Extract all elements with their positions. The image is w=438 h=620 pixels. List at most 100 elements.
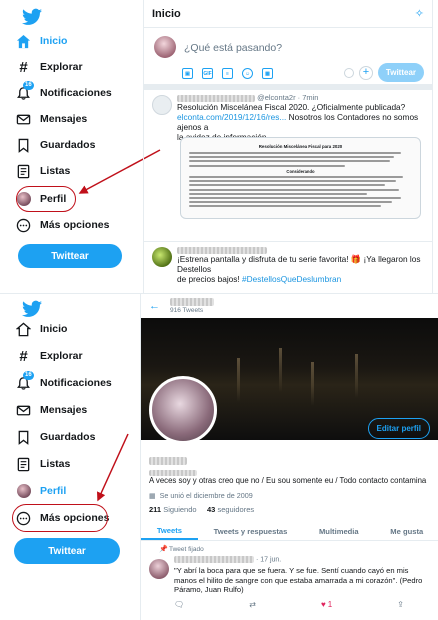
tweet-meta: @elconta2r · 7min (177, 93, 426, 102)
bookmark-icon (16, 430, 31, 445)
tweet-link[interactable]: elconta.com/2019/12/16/res... (177, 112, 286, 122)
sidebar-item-bookmarks[interactable]: Guardados (16, 134, 95, 156)
sidebar-item-label: Guardados (40, 139, 96, 151)
tab-media[interactable]: Multimedia (303, 522, 374, 540)
timeline-tweet[interactable]: ¡Estrena pantalla y disfruta de tu serie… (144, 242, 432, 293)
sidebar-item-home[interactable]: Inicio (16, 318, 67, 340)
sidebar-item-lists[interactable]: Listas (16, 160, 70, 182)
more-circle-icon (16, 218, 31, 233)
profile-avatar[interactable] (149, 376, 217, 444)
image-icon[interactable]: ▣ (182, 68, 193, 79)
sidebar-item-label: Notificaciones (40, 87, 112, 99)
calendar-icon[interactable]: ▦ (262, 68, 273, 79)
sidebar-item-lists[interactable]: Listas (16, 453, 70, 475)
tweet-text-part: de precios bajos! (177, 274, 243, 284)
profile-screenshot: Inicio # Explorar 16 Notificaciones Mens… (0, 293, 438, 620)
sidebar-item-label: Notificaciones (40, 377, 112, 389)
joined-date: ▦ Se unió el diciembre de 2009 (149, 491, 253, 500)
joined-text: Se unió el diciembre de 2009 (159, 491, 253, 500)
sidebar: Inicio # Explorar 16 Notificaciones Mens… (0, 0, 140, 293)
sidebar-item-explore[interactable]: # Explorar (16, 345, 83, 367)
sidebar-item-messages[interactable]: Mensajes (16, 108, 87, 130)
likes-count: 1 (327, 600, 333, 609)
reply-icon[interactable]: 🗨 (174, 600, 184, 609)
hashtag-link[interactable]: #DestellosQueDeslumbran (242, 274, 341, 284)
hashtag-icon: # (19, 58, 28, 76)
sidebar-item-home[interactable]: Inicio (16, 30, 67, 52)
redacted-name (174, 556, 254, 563)
follow-stats: 211 Siguiendo 43 seguidores (149, 505, 254, 514)
tab-likes[interactable]: Me gusta (374, 522, 438, 540)
back-arrow-icon[interactable]: ← (149, 300, 160, 312)
bell-icon: 16 (16, 80, 34, 101)
profile-page: ← 916 Tweets Editar perfil A veces soy y… (140, 294, 438, 620)
sidebar-item-label: Perfil (40, 485, 67, 497)
compose-input[interactable]: ¿Qué está pasando? (184, 42, 282, 54)
document-image[interactable]: Resolución Miscelánea Fiscal para 2020 C… (180, 137, 421, 219)
timeline-header: Inicio ✧ (144, 0, 432, 28)
tweet-actions: 🗨 ⇄ ♥ 1 ⇪ (174, 600, 404, 609)
tweet-button[interactable]: Twittear (18, 244, 122, 268)
followers-label: seguidores (217, 505, 255, 514)
mail-icon (16, 112, 31, 127)
compose-tweet-button[interactable]: Twittear (377, 63, 424, 82)
sidebar-item-bookmarks[interactable]: Guardados (16, 426, 95, 448)
add-tweet-icon[interactable]: + (358, 65, 373, 80)
sidebar-item-label: Guardados (40, 431, 96, 443)
tweet-text: "Y abrí la boca para que se fuera. Y se … (174, 566, 423, 594)
char-counter-ring (343, 67, 354, 78)
retweet-icon[interactable]: ⇄ (249, 600, 256, 609)
sidebar-item-label: Listas (40, 165, 71, 177)
sidebar-item-more[interactable]: Más opciones (16, 214, 109, 236)
sidebar-item-label: Explorar (40, 350, 83, 362)
tab-tweets[interactable]: Tweets (141, 522, 198, 540)
sparkle-icon[interactable]: ✧ (415, 7, 424, 20)
share-icon[interactable]: ⇪ (397, 600, 404, 609)
tab-tweets-replies[interactable]: Tweets y respuestas (198, 522, 303, 540)
tweet-count: 916 Tweets (170, 307, 204, 314)
tweet-date: · 17 jun. (255, 556, 282, 564)
sidebar-item-label: Listas (40, 458, 71, 470)
home-screenshot: Inicio # Explorar 16 Notificaciones Mens… (0, 0, 438, 293)
sidebar-item-label: Explorar (40, 61, 83, 73)
bookmark-icon (16, 138, 31, 153)
following-link[interactable]: 211 Siguiendo (149, 505, 197, 514)
profile-header: ← 916 Tweets (141, 294, 438, 318)
pinned-label: Tweet fijado (169, 546, 204, 553)
following-label: Siguiendo (163, 505, 197, 514)
sidebar-item-explore[interactable]: # Explorar (16, 56, 83, 78)
edit-profile-button[interactable]: Editar perfil (367, 418, 430, 439)
like-action[interactable]: ♥ 1 (321, 600, 332, 609)
sidebar: Inicio # Explorar 16 Notificaciones Mens… (0, 294, 140, 620)
twitter-bird-icon[interactable] (22, 300, 42, 318)
gif-icon[interactable]: GIF (202, 68, 213, 79)
list-icon (16, 164, 31, 179)
twitter-bird-icon[interactable] (22, 8, 42, 26)
pin-icon: 📌 (159, 546, 168, 553)
followers-link[interactable]: 43 seguidores (207, 505, 254, 514)
document-title: Resolución Miscelánea Fiscal para 2020 (258, 144, 343, 149)
compose-toolbar: ▣ GIF ≡ ☺ ▦ (182, 68, 273, 79)
sidebar-item-notifications[interactable]: 16 Notificaciones (16, 370, 112, 394)
avatar (149, 559, 169, 579)
compose-actions: + Twittear (343, 63, 424, 82)
sidebar-item-label: Inicio (40, 35, 68, 47)
hashtag-icon: # (19, 347, 28, 365)
home-icon (16, 322, 31, 337)
poll-icon[interactable]: ≡ (222, 68, 233, 79)
sidebar-item-notifications[interactable]: 16 Notificaciones (16, 80, 112, 104)
emoji-icon[interactable]: ☺ (242, 68, 253, 79)
tweet-meta (177, 245, 426, 254)
annotation-circle-more (12, 504, 108, 532)
tweet-button[interactable]: Twittear (14, 538, 120, 564)
followers-count: 43 (207, 505, 216, 514)
sidebar-item-messages[interactable]: Mensajes (16, 399, 87, 421)
profile-bio: A veces soy y otras creo que no / Eu sou… (149, 476, 427, 485)
redacted-name (170, 298, 214, 306)
home-icon (16, 34, 31, 49)
mail-icon (16, 403, 31, 418)
sidebar-item-profile[interactable]: Perfil (16, 480, 66, 502)
redacted-name (177, 246, 267, 254)
timeline-tweet[interactable]: @elconta2r · 7min Resolución Miscelánea … (144, 90, 432, 242)
tweet-text: ¡Estrena pantalla y disfruta de tu serie… (177, 254, 421, 274)
